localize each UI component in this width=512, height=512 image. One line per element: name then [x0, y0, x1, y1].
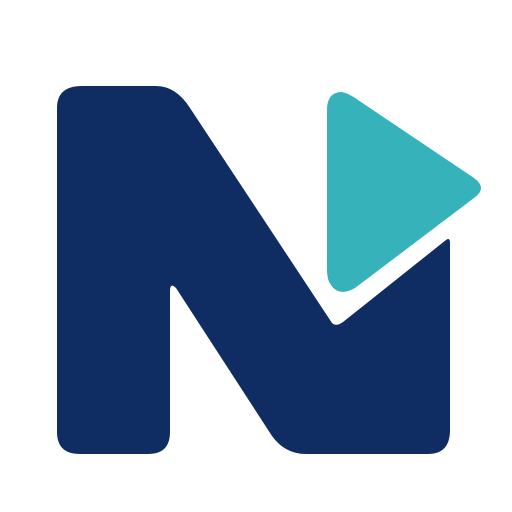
logo-canvas — [0, 0, 512, 512]
play-triangle-shape — [327, 92, 481, 292]
n-play-logo-icon — [57, 86, 481, 454]
